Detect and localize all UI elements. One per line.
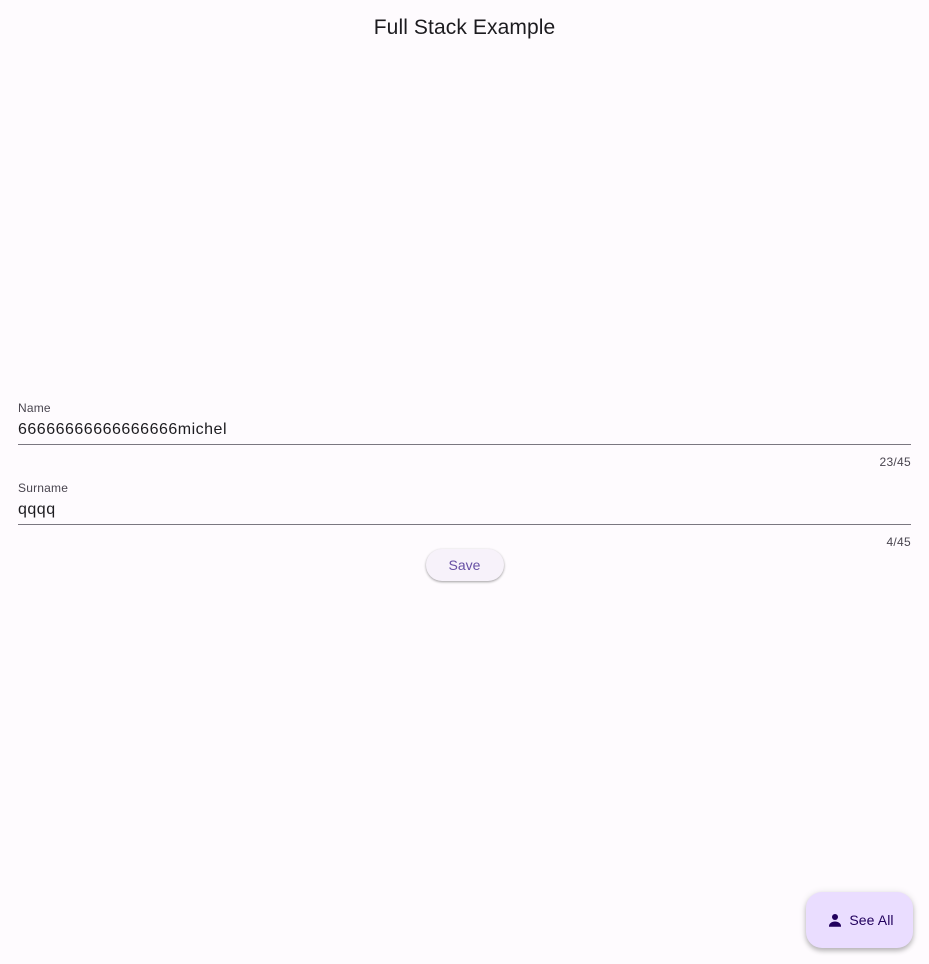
surname-input[interactable]: [18, 497, 911, 523]
save-button[interactable]: Save: [425, 549, 504, 581]
name-field-counter: 23/45: [879, 455, 911, 469]
name-input[interactable]: [18, 417, 911, 443]
see-all-label: See All: [849, 912, 894, 928]
surname-field-underline: [18, 524, 911, 525]
app-bar: Full Stack Example: [0, 0, 929, 56]
name-field-underline: [18, 444, 911, 445]
surname-field: Surname 4/45: [18, 479, 911, 559]
person-icon: [825, 910, 845, 930]
person-form: Name 23/45 Surname 4/45: [18, 399, 911, 559]
page-title: Full Stack Example: [373, 16, 556, 39]
name-field-label: Name: [18, 401, 51, 415]
save-button-container: Save: [0, 549, 929, 581]
app-root: Full Stack Example Name 23/45 Surname 4/…: [0, 0, 929, 964]
see-all-button[interactable]: See All: [806, 892, 913, 948]
name-field: Name 23/45: [18, 399, 911, 479]
surname-field-label: Surname: [18, 481, 69, 495]
surname-field-counter: 4/45: [886, 535, 911, 549]
